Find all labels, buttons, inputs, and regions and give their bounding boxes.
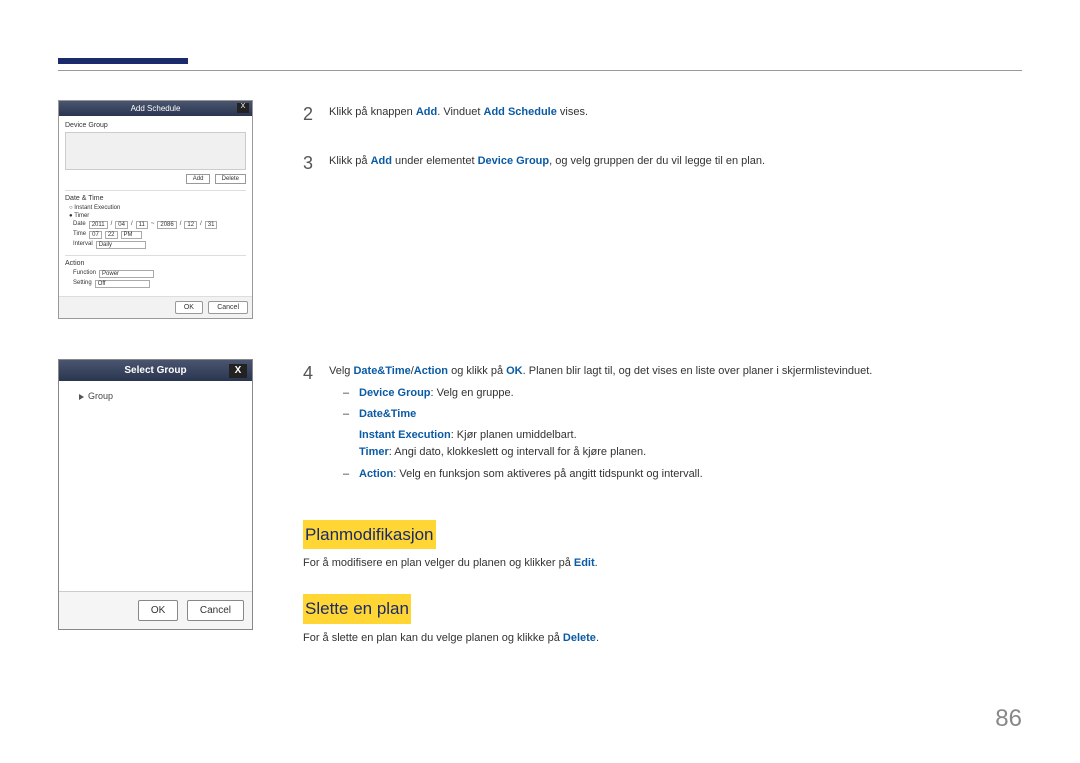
dialog2-title: Select Group X bbox=[59, 360, 252, 381]
device-group-label: Device Group bbox=[65, 122, 246, 129]
paragraph-modify: For å modifisere en plan velger du plane… bbox=[303, 555, 1022, 573]
timer-radio[interactable]: ● Timer bbox=[65, 213, 246, 219]
page-content: Add Schedule X Device Group Add Delete D… bbox=[58, 100, 1022, 697]
date-to-day[interactable]: 31 bbox=[205, 221, 218, 229]
heading-slette: Slette en plan bbox=[303, 594, 411, 623]
dialog2-title-text: Select Group bbox=[124, 365, 186, 376]
time-min[interactable]: 22 bbox=[105, 231, 118, 239]
function-label: Function bbox=[73, 270, 96, 278]
ok-button[interactable]: OK bbox=[138, 600, 178, 621]
dialog-title: Add Schedule X bbox=[59, 101, 252, 116]
tree-root-item[interactable]: Group bbox=[69, 391, 242, 401]
date-from-month[interactable]: 04 bbox=[115, 221, 128, 229]
select-group-dialog: Select Group X Group OK Cancel bbox=[58, 359, 253, 630]
ok-button[interactable]: OK bbox=[175, 301, 203, 314]
datetime-label: Date & Time bbox=[65, 195, 246, 202]
heading-planmodifikasjon: Planmodifikasjon bbox=[303, 520, 436, 549]
step-4-body: Velg Date&Time/Action og klikk på OK. Pl… bbox=[329, 359, 1022, 488]
add-schedule-dialog: Add Schedule X Device Group Add Delete D… bbox=[58, 100, 253, 319]
step4-item-device-group: Device Group: Velg en gruppe. bbox=[329, 385, 1022, 403]
date-from-year[interactable]: 2011 bbox=[89, 221, 108, 229]
chapter-bar bbox=[58, 58, 188, 64]
interval-select[interactable]: Daily bbox=[96, 241, 146, 249]
close-icon[interactable]: X bbox=[237, 103, 249, 113]
date-to-month[interactable]: 12 bbox=[184, 221, 197, 229]
add-button[interactable]: Add bbox=[186, 174, 211, 184]
setting-label: Setting bbox=[73, 280, 92, 288]
time-label: Time bbox=[73, 231, 86, 239]
function-select[interactable]: Power bbox=[99, 270, 154, 278]
instant-execution-radio[interactable]: ○ Instant Execution bbox=[65, 205, 246, 211]
step-2-text: Klikk på knappen Add. Vinduet Add Schedu… bbox=[329, 100, 1022, 129]
step-3-text: Klikk på Add under elementet Device Grou… bbox=[329, 149, 1022, 178]
date-from-day[interactable]: 11 bbox=[136, 221, 148, 229]
top-rule bbox=[58, 70, 1022, 71]
step-number-2: 2 bbox=[303, 100, 317, 129]
device-group-list bbox=[65, 132, 246, 170]
cancel-button[interactable]: Cancel bbox=[208, 301, 248, 314]
interval-label: Interval bbox=[73, 241, 93, 249]
time-ampm[interactable]: PM bbox=[121, 231, 142, 239]
step4-item-datetime: Date&Time Instant Execution: Kjør planen… bbox=[329, 406, 1022, 462]
step-number-4: 4 bbox=[303, 359, 317, 488]
step-number-3: 3 bbox=[303, 149, 317, 178]
date-label: Date bbox=[73, 221, 86, 229]
tree-expand-icon[interactable] bbox=[79, 394, 84, 400]
close-icon[interactable]: X bbox=[229, 364, 247, 378]
time-hour[interactable]: 07 bbox=[89, 231, 102, 239]
dialog-title-text: Add Schedule bbox=[131, 104, 181, 113]
cancel-button[interactable]: Cancel bbox=[187, 600, 244, 621]
page-number: 86 bbox=[995, 705, 1022, 733]
paragraph-delete: For å slette en plan kan du velge planen… bbox=[303, 630, 1022, 648]
date-to-year[interactable]: 2086 bbox=[157, 221, 176, 229]
action-label: Action bbox=[65, 260, 246, 267]
step4-item-action: Action: Velg en funksjon som aktiveres p… bbox=[329, 466, 1022, 484]
setting-select[interactable]: Off bbox=[95, 280, 150, 288]
delete-button[interactable]: Delete bbox=[215, 174, 246, 184]
